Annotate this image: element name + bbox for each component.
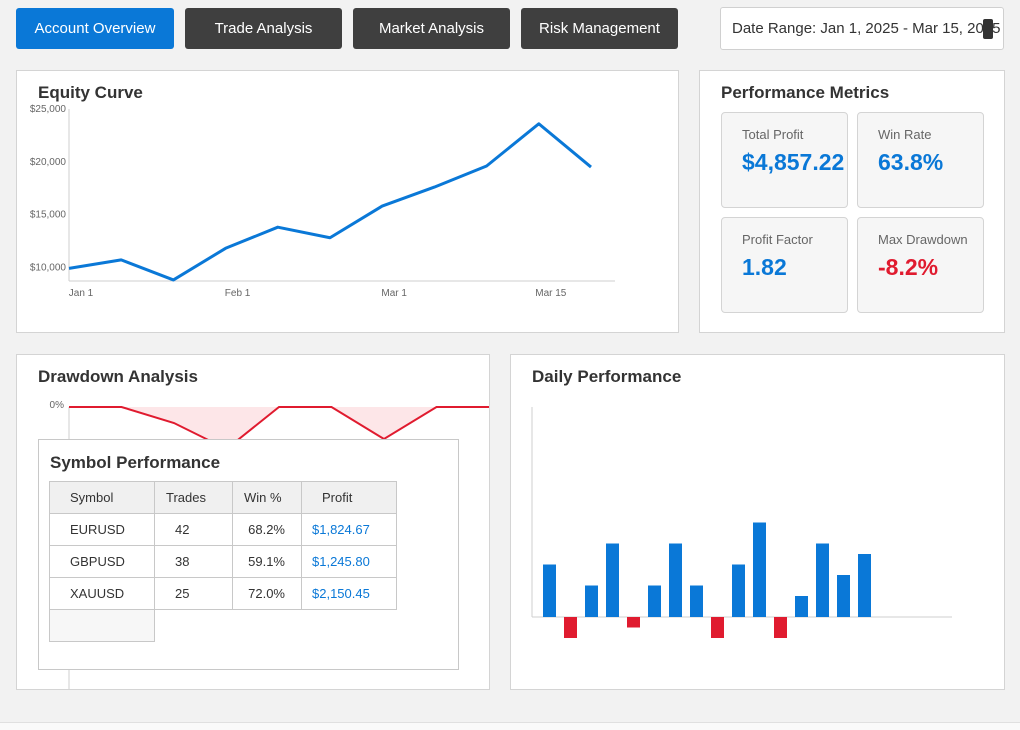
cell-win: 59.1%	[232, 545, 302, 578]
cell-trades: 42	[154, 513, 233, 546]
daily-performance-panel: Daily Performance	[510, 354, 1005, 690]
metric-value: 63.8%	[878, 149, 944, 175]
y-tick-label: $20,000	[30, 157, 67, 168]
x-tick-label: Feb 1	[225, 288, 251, 299]
metric-label: Max Drawdown	[878, 232, 968, 247]
performance-metrics-title: Performance Metrics	[721, 83, 890, 102]
daily-bar-positive	[795, 596, 808, 617]
y-tick-label: $25,000	[30, 104, 67, 115]
metric-label: Total Profit	[742, 127, 804, 142]
x-tick-label: Mar 1	[381, 288, 407, 299]
cell-symbol: EURUSD	[49, 513, 155, 546]
drawdown-analysis-panel: Drawdown Analysis 0% Symbol Performance …	[16, 354, 490, 690]
table-row-empty	[49, 609, 397, 642]
header-trades[interactable]: Trades	[154, 481, 233, 514]
metric-value: -8.2%	[878, 254, 939, 280]
equity-curve-panel: Equity Curve $25,000 $20,000 $15,000 $10,00…	[16, 70, 679, 333]
table-row[interactable]: XAUUSD 25 72.0% $2,150.45	[49, 577, 397, 610]
daily-bar-positive	[585, 585, 598, 617]
metric-card-win-rate: Win Rate 63.8%	[857, 112, 984, 208]
cell-win: 68.2%	[232, 513, 302, 546]
table-row[interactable]: EURUSD 42 68.2% $1,824.67	[49, 513, 397, 546]
cell-profit: $1,245.80	[301, 545, 397, 578]
tab-market-analysis[interactable]: Market Analysis	[353, 8, 510, 49]
tab-account-overview[interactable]: Account Overview	[16, 8, 174, 49]
daily-bar-positive	[753, 522, 766, 617]
cell-profit: $1,824.67	[301, 513, 397, 546]
cell-profit: $2,150.45	[301, 577, 397, 610]
metric-label: Profit Factor	[742, 232, 813, 247]
y-tick-label: $10,000	[30, 262, 67, 273]
footer-bar	[0, 722, 1020, 730]
daily-bar-negative	[627, 617, 640, 628]
text-cursor-icon	[983, 19, 993, 39]
daily-bar-positive	[648, 585, 661, 617]
x-tick-label: Mar 15	[535, 288, 567, 299]
date-range-field[interactable]: Date Range: Jan 1, 2025 - Mar 15, 2025	[720, 7, 1004, 50]
equity-series-line	[68, 122, 592, 282]
cell-trades: 38	[154, 545, 233, 578]
metric-label: Win Rate	[878, 127, 932, 142]
metric-card-total-profit: Total Profit $4,857.22	[721, 112, 848, 208]
cell-win: 72.0%	[232, 577, 302, 610]
daily-bar-positive	[669, 543, 682, 617]
daily-bar-positive	[837, 575, 850, 617]
equity-curve-chart: $25,000 $20,000 $15,000 $10,000 Jan 1 Feb 1 Ma…	[30, 104, 615, 299]
daily-bar-positive	[816, 543, 829, 617]
daily-bar-positive	[732, 564, 745, 617]
symbol-performance-title: Symbol Performance	[50, 453, 221, 472]
metric-value: $4,857.22	[742, 149, 845, 175]
cell-empty	[49, 609, 155, 642]
symbol-performance-card: Symbol Performance Symbol Trades Win % P…	[38, 439, 459, 670]
date-range-text: Date Range: Jan 1, 2025 - Mar 15, 2025	[732, 20, 1001, 37]
x-tick-label: Jan 1	[69, 288, 94, 299]
header-symbol[interactable]: Symbol	[49, 481, 155, 514]
tab-risk-management[interactable]: Risk Management	[521, 8, 678, 49]
table-row[interactable]: GBPUSD 38 59.1% $1,245.80	[49, 545, 397, 578]
daily-bar-negative	[711, 617, 724, 638]
header-win[interactable]: Win %	[232, 481, 302, 514]
metric-card-profit-factor: Profit Factor 1.82	[721, 217, 848, 313]
metric-card-max-drawdown: Max Drawdown -8.2%	[857, 217, 984, 313]
daily-bar-positive	[690, 585, 703, 617]
daily-bar-negative	[564, 617, 577, 638]
daily-bar-positive	[606, 543, 619, 617]
header-profit[interactable]: Profit	[301, 481, 397, 514]
tab-trade-analysis[interactable]: Trade Analysis	[185, 8, 342, 49]
daily-performance-chart	[531, 407, 952, 638]
cell-symbol: GBPUSD	[49, 545, 155, 578]
metric-value: 1.82	[742, 254, 787, 280]
performance-metrics-panel: Performance Metrics Total Profit $4,857.…	[699, 70, 1005, 333]
cell-trades: 25	[154, 577, 233, 610]
daily-bar-positive	[858, 554, 871, 617]
daily-bar-negative	[774, 617, 787, 638]
y-tick-label: $15,000	[30, 210, 67, 221]
cell-symbol: XAUUSD	[49, 577, 155, 610]
symbol-table: Symbol Trades Win % Profit EURUSD 42 68.…	[49, 481, 397, 642]
y-tick-label: 0%	[50, 400, 65, 411]
daily-bar-positive	[543, 564, 556, 617]
table-header-row: Symbol Trades Win % Profit	[49, 481, 397, 514]
